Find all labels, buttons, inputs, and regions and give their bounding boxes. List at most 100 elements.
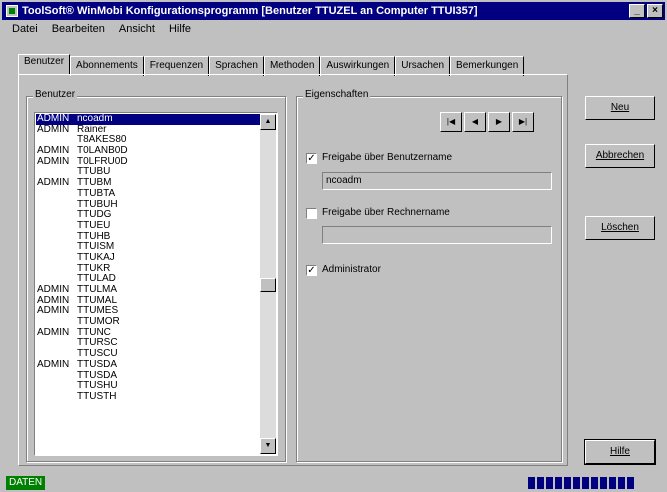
progress-block [591,477,598,489]
username-field[interactable]: ncoadm [322,172,552,190]
app-icon[interactable] [6,5,18,17]
progress-block [618,477,625,489]
list-item[interactable]: ADMIN TTUMAL [36,295,260,307]
tab-methoden[interactable]: Methoden [263,56,321,76]
tab-auswirkungen[interactable]: Auswirkungen [320,56,396,76]
list-item[interactable]: ADMIN TTUSDA [36,358,260,371]
list-item[interactable]: ADMIN Rainer [36,123,260,136]
user-role: ADMIN [37,358,70,370]
scroll-down-button[interactable]: ▼ [260,438,276,454]
list-item[interactable]: TTUBTA [36,187,260,200]
progress-block [537,477,544,489]
list-item[interactable]: TTUHB [36,231,260,243]
tab-sprachen[interactable]: Sprachen [209,56,264,76]
tab-strip: Benutzer Abonnements Frequenzen Sprachen… [18,54,525,76]
list-item[interactable]: TTUBU [36,167,260,178]
administrator-label: Administrator [322,264,381,275]
computer-name-field[interactable] [322,226,552,244]
progress-block [564,477,571,489]
user-role [36,210,77,221]
users-group-legend: Benutzer [33,89,78,100]
progress-indicator [528,477,634,489]
list-item[interactable]: TTUKAJ [36,252,260,264]
user-role: ADMIN [37,155,70,167]
menu-datei[interactable]: Datei [10,22,40,38]
user-role: ADMIN [37,123,70,135]
list-item[interactable]: TTUSCU [36,348,260,360]
minimize-button[interactable]: _ [629,4,645,18]
last-record-button[interactable]: ▶| [512,112,534,132]
next-record-button[interactable]: ▶ [488,112,510,132]
cancel-button[interactable]: Abbrechen [585,144,655,168]
user-role [36,371,77,382]
list-item[interactable]: TTUSDA [36,370,260,382]
share-by-username-checkbox[interactable]: ✓ [306,153,317,164]
list-item[interactable]: ADMIN T0LANB0D [36,145,260,157]
status-text: DATEN [6,476,46,490]
status-bar: DATEN [0,472,667,492]
tab-ursachen[interactable]: Ursachen [395,56,451,76]
next-record-icon: ▶ [495,117,503,126]
list-item[interactable]: TTUBUH [36,199,260,211]
share-by-username-label: Freigabe über Benutzername [322,152,453,163]
list-item[interactable]: ADMIN T0LFRU0D [36,155,260,168]
users-list: ADMIN ncoadm ADMIN Rainer T8AKES80 ADMIN T0LAN… [36,114,260,454]
users-listbox[interactable]: ADMIN ncoadm ADMIN Rainer T8AKES80 ADMIN T0LAN… [34,112,278,456]
user-role [36,392,77,403]
progress-block [573,477,580,489]
list-item[interactable]: ADMIN ncoadm [36,114,260,125]
list-item[interactable]: T8AKES80 [36,135,260,146]
scroll-up-button[interactable]: ▲ [260,114,276,130]
user-role [36,381,77,392]
tab-frequenzen[interactable]: Frequenzen [143,56,210,76]
list-item[interactable]: TTURSC [36,338,260,349]
list-item[interactable]: ADMIN TTUMES [36,306,260,317]
delete-button[interactable]: Löschen [585,216,655,240]
list-item[interactable]: TTUSHU [36,380,260,392]
menu-hilfe[interactable]: Hilfe [167,22,193,38]
window-title: ToolSoft® WinMobi Konfigurationsprogramm… [22,5,478,17]
list-item[interactable]: TTUEU [36,219,260,232]
list-item[interactable]: TTUDG [36,209,260,221]
user-role [36,200,77,211]
prev-record-icon: ◀ [471,117,479,126]
list-item[interactable]: TTUISM [36,242,260,253]
last-record-icon: ▶| [518,117,528,126]
share-by-computer-label: Freigabe über Rechnername [322,207,450,218]
progress-block [582,477,589,489]
list-item[interactable]: TTUSTH [36,391,260,403]
new-button[interactable]: Neu [585,96,655,120]
scroll-thumb[interactable] [260,278,276,292]
progress-block [546,477,553,489]
user-role: ADMIN [37,177,70,189]
menu-ansicht[interactable]: Ansicht [117,22,157,38]
first-record-icon: |◀ [446,117,456,126]
list-item[interactable]: ADMIN TTULMA [36,284,260,296]
menu-bearbeiten[interactable]: Bearbeiten [50,22,107,38]
tab-benutzer[interactable]: Benutzer [18,54,71,74]
user-name: TTUEU [77,219,111,231]
list-item[interactable]: TTUKR [36,263,260,275]
title-bar[interactable]: ToolSoft® WinMobi Konfigurationsprogramm… [2,2,665,20]
list-item[interactable]: ADMIN TTUNC [36,327,260,339]
list-item[interactable]: ADMIN TTUBM [36,177,260,189]
progress-block [528,477,535,489]
help-button[interactable]: Hilfe [584,439,656,465]
progress-block [627,477,634,489]
share-by-computer-checkbox[interactable] [306,208,317,219]
user-role [36,221,77,232]
tab-abonnements[interactable]: Abonnements [70,56,144,76]
user-name: TTUBTA [77,187,116,199]
progress-block [609,477,616,489]
administrator-checkbox[interactable]: ✓ [306,265,317,276]
list-item[interactable]: TTULAD [36,274,260,285]
close-button[interactable]: × [647,4,663,18]
tab-bemerkungen[interactable]: Bemerkungen [450,56,525,76]
user-role: ADMIN [37,305,70,317]
list-item[interactable]: TTUMOR [36,316,260,328]
vertical-scrollbar[interactable]: ▲ ▼ [260,114,276,454]
first-record-button[interactable]: |◀ [440,112,462,132]
main-window: ToolSoft® WinMobi Konfigurationsprogramm… [0,0,667,492]
prev-record-button[interactable]: ◀ [464,112,486,132]
user-role [36,338,77,349]
